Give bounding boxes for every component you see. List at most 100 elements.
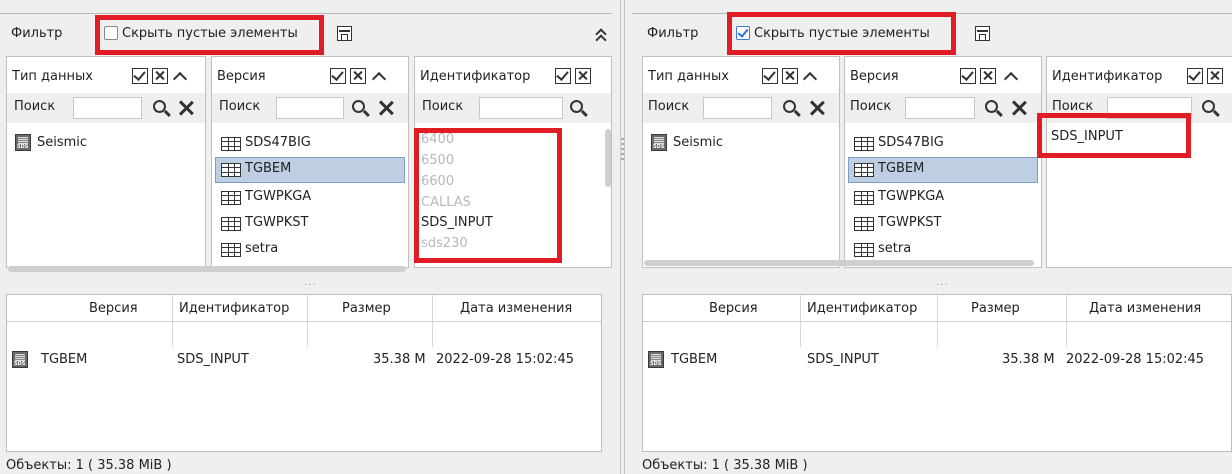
cell-modified[interactable]: 2022-09-28 15:02:45 [1066,352,1204,367]
check-all-icon[interactable] [132,68,148,84]
data-type-header: Тип данных [648,69,729,84]
table-icon [854,191,874,205]
search-icon[interactable] [1202,100,1215,113]
collapse-columns-icon[interactable] [337,26,352,41]
check-all-icon[interactable] [555,68,571,84]
list-item-setra[interactable]: setra [878,241,911,256]
seismic-icon [651,134,667,151]
column-header-identifier[interactable]: Идентификатор [807,301,917,316]
search-label: Поиск [422,99,464,114]
check-all-icon[interactable] [762,68,778,84]
list-item[interactable]: Seismic [673,135,723,150]
search-label: Поиск [1052,99,1094,114]
status-bar: Объекты: 1 ( 35.38 MiB ) [642,458,808,473]
column-header-version[interactable]: Версия [89,301,138,316]
search-icon[interactable] [985,100,998,113]
list-item-tgwpkga[interactable]: TGWPKGA [878,189,944,204]
data-type-panel: Тип данных Поиск Seismic [6,56,206,268]
cell-identifier[interactable]: SDS_INPUT [807,352,879,367]
uncheck-all-icon[interactable] [1207,68,1223,84]
collapse-columns-icon[interactable] [975,26,990,41]
splitter-handle[interactable]: ... [304,277,317,288]
uncheck-all-icon[interactable] [152,68,168,84]
table-icon [854,163,874,177]
search-label: Поиск [14,99,56,114]
chevron-up-icon[interactable] [172,71,188,87]
identifier-panel: Идентификатор Поиск SDS_INPUT [1046,56,1232,268]
table-icon [854,243,874,257]
cell-modified[interactable]: 2022-09-28 15:02:45 [436,352,574,367]
check-all-icon[interactable] [330,68,346,84]
search-input[interactable] [479,97,563,119]
column-header-modified[interactable]: Дата изменения [460,301,572,316]
search-input[interactable] [905,97,975,119]
search-label: Поиск [219,99,261,114]
list-item-setra[interactable]: setra [245,241,278,256]
splitter-handle[interactable]: ... [936,277,949,288]
version-panel: Версия Поиск SDS47BIG TGBEM TGWPKGA TGWP… [844,56,1042,268]
version-panel: Версия Поиск SDS47BIG TGBEM TGWPKGA TGWP… [211,56,409,268]
list-item-tgwpkga[interactable]: TGWPKGA [245,189,311,204]
table-icon [854,217,874,231]
list-item-tgbem[interactable]: TGBEM [245,161,291,176]
horizontal-scrollbar[interactable] [8,266,406,272]
clear-search-icon[interactable] [178,100,194,116]
check-all-icon[interactable] [960,68,976,84]
search-input[interactable] [276,97,344,119]
uncheck-all-icon[interactable] [350,68,366,84]
uncheck-all-icon[interactable] [782,68,798,84]
version-header: Версия [217,69,266,84]
clear-search-icon[interactable] [1011,100,1027,116]
column-header-size[interactable]: Размер [342,301,391,316]
search-icon[interactable] [153,100,166,113]
table-icon [221,137,241,151]
search-icon[interactable] [783,100,796,113]
cell-version[interactable]: TGBEM [41,352,87,367]
identifier-header: Идентификатор [420,69,531,84]
cell-size[interactable]: 35.38 M [373,352,426,367]
horizontal-scrollbar[interactable] [644,260,1034,266]
list-item-tgwpkst[interactable]: TGWPKST [245,215,308,230]
chevron-up-icon[interactable] [802,71,818,87]
search-input[interactable] [73,97,142,119]
check-all-icon[interactable] [1187,68,1203,84]
search-icon[interactable] [352,100,365,113]
column-header-modified[interactable]: Дата изменения [1089,301,1201,316]
data-type-panel: Тип данных Поиск Seismic [642,56,840,268]
clear-search-icon[interactable] [809,100,825,116]
cell-size[interactable]: 35.38 M [1002,352,1055,367]
splitter[interactable] [612,0,632,474]
chevron-up-icon[interactable] [1003,71,1019,87]
highlight-box [727,12,956,55]
selected-row[interactable] [215,157,405,183]
search-label: Поиск [850,99,892,114]
highlight-box [1037,113,1191,158]
collapse-filter-icon[interactable] [595,27,607,46]
table-icon [221,217,241,231]
vertical-scrollbar[interactable] [605,129,611,187]
filter-label: Фильтр [647,26,699,41]
list-item[interactable]: Seismic [37,135,87,150]
uncheck-all-icon[interactable] [575,68,591,84]
clear-search-icon[interactable] [378,100,394,116]
uncheck-all-icon[interactable] [980,68,996,84]
highlight-box [95,15,324,55]
search-icon[interactable] [570,100,583,113]
search-label: Поиск [648,99,690,114]
list-item-tgbem[interactable]: TGBEM [878,161,924,176]
search-input[interactable] [703,97,772,119]
cell-version[interactable]: TGBEM [671,352,717,367]
cell-identifier[interactable]: SDS_INPUT [177,352,249,367]
column-header-size[interactable]: Размер [971,301,1020,316]
column-header-identifier[interactable]: Идентификатор [179,301,289,316]
table-icon [221,243,241,257]
selected-row[interactable] [848,157,1038,183]
column-header-version[interactable]: Версия [709,301,758,316]
chevron-up-icon[interactable] [371,71,387,87]
list-item-tgwpkst[interactable]: TGWPKST [878,215,941,230]
seismic-icon [12,351,28,368]
identifier-header: Идентификатор [1052,69,1163,84]
list-item-sds47big[interactable]: SDS47BIG [245,135,311,150]
list-item-sds47big[interactable]: SDS47BIG [878,135,944,150]
results-table: Версия Идентификатор Размер Дата изменен… [6,294,602,452]
